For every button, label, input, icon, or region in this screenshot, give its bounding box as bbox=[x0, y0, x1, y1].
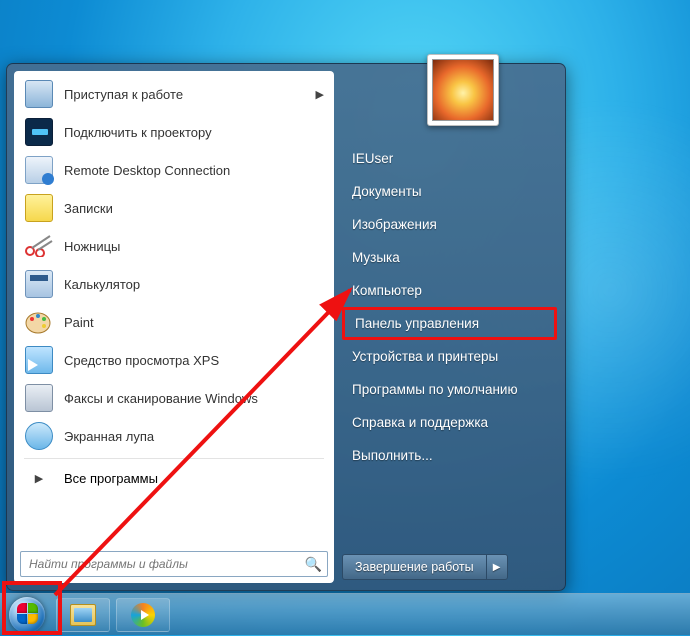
right-item-pictures[interactable]: Изображения bbox=[342, 208, 557, 241]
sticky-notes-icon bbox=[24, 193, 54, 223]
start-menu-left-pane: Приступая к работе ▶ Подключить к проект… bbox=[14, 71, 334, 583]
right-item-label: Музыка bbox=[352, 250, 400, 265]
search-input[interactable] bbox=[20, 551, 328, 577]
right-item-computer[interactable]: Компьютер bbox=[342, 274, 557, 307]
program-label: Paint bbox=[64, 315, 94, 330]
taskbar-media-player[interactable] bbox=[116, 598, 170, 632]
start-menu-right-pane: IEUser Документы Изображения Музыка Комп… bbox=[334, 64, 565, 590]
divider bbox=[24, 458, 324, 459]
calculator-icon bbox=[24, 269, 54, 299]
program-snipping-tool[interactable]: Ножницы bbox=[18, 227, 330, 265]
right-item-label: Изображения bbox=[352, 217, 437, 232]
shutdown-label: Завершение работы bbox=[355, 560, 474, 574]
user-picture bbox=[432, 59, 494, 121]
all-programs[interactable]: ▶ Все программы bbox=[18, 462, 330, 494]
program-label: Экранная лупа bbox=[64, 429, 154, 444]
right-item-music[interactable]: Музыка bbox=[342, 241, 557, 274]
program-label: Записки bbox=[64, 201, 113, 216]
right-item-help-support[interactable]: Справка и поддержка bbox=[342, 406, 557, 439]
fax-scan-icon bbox=[24, 383, 54, 413]
paint-icon bbox=[24, 307, 54, 337]
explorer-icon bbox=[70, 604, 96, 626]
right-item-label: Панель управления bbox=[355, 316, 479, 331]
program-calculator[interactable]: Калькулятор bbox=[18, 265, 330, 303]
right-item-run[interactable]: Выполнить... bbox=[342, 439, 557, 472]
program-label: Средство просмотра XPS bbox=[64, 353, 219, 368]
all-programs-arrow-icon: ▶ bbox=[24, 472, 54, 485]
program-fax-scan[interactable]: Факсы и сканирование Windows bbox=[18, 379, 330, 417]
user-picture-frame[interactable] bbox=[427, 54, 499, 126]
shutdown-button[interactable]: Завершение работы bbox=[342, 554, 486, 580]
right-item-control-panel[interactable]: Панель управления bbox=[342, 307, 557, 340]
right-item-label: Справка и поддержка bbox=[352, 415, 488, 430]
taskbar bbox=[0, 593, 690, 635]
program-label: Факсы и сканирование Windows bbox=[64, 391, 258, 406]
right-item-label: IEUser bbox=[352, 151, 393, 166]
right-item-label: Устройства и принтеры bbox=[352, 349, 498, 364]
program-label: Калькулятор bbox=[64, 277, 140, 292]
program-remote-desktop[interactable]: Remote Desktop Connection bbox=[18, 151, 330, 189]
program-label: Приступая к работе bbox=[64, 87, 183, 102]
windows-logo-icon bbox=[9, 597, 45, 633]
taskbar-explorer[interactable] bbox=[56, 598, 110, 632]
program-label: Ножницы bbox=[64, 239, 120, 254]
right-item-label: Документы bbox=[352, 184, 422, 199]
projector-icon bbox=[24, 117, 54, 147]
right-item-default-programs[interactable]: Программы по умолчанию bbox=[342, 373, 557, 406]
right-item-documents[interactable]: Документы bbox=[342, 175, 557, 208]
program-xps-viewer[interactable]: Средство просмотра XPS bbox=[18, 341, 330, 379]
program-getting-started[interactable]: Приступая к работе ▶ bbox=[18, 75, 330, 113]
program-magnifier[interactable]: Экранная лупа bbox=[18, 417, 330, 455]
program-label: Подключить к проектору bbox=[64, 125, 212, 140]
start-button[interactable] bbox=[4, 594, 50, 636]
submenu-arrow-icon: ▶ bbox=[316, 88, 324, 101]
program-paint[interactable]: Paint bbox=[18, 303, 330, 341]
getting-started-icon bbox=[24, 79, 54, 109]
magnifier-icon bbox=[24, 421, 54, 451]
program-sticky-notes[interactable]: Записки bbox=[18, 189, 330, 227]
right-item-label: Выполнить... bbox=[352, 448, 433, 463]
xps-viewer-icon bbox=[24, 345, 54, 375]
program-connect-projector[interactable]: Подключить к проектору bbox=[18, 113, 330, 151]
right-item-user[interactable]: IEUser bbox=[342, 142, 557, 175]
scissors-icon bbox=[24, 231, 54, 261]
all-programs-label: Все программы bbox=[64, 471, 158, 486]
right-item-label: Компьютер bbox=[352, 283, 422, 298]
start-menu: Приступая к работе ▶ Подключить к проект… bbox=[6, 63, 566, 591]
media-player-icon bbox=[131, 603, 155, 627]
program-label: Remote Desktop Connection bbox=[64, 163, 230, 178]
right-item-devices-printers[interactable]: Устройства и принтеры bbox=[342, 340, 557, 373]
search-icon: 🔍 bbox=[305, 556, 322, 573]
shutdown-options-arrow[interactable]: ▶ bbox=[486, 554, 508, 580]
remote-desktop-icon bbox=[24, 155, 54, 185]
right-item-label: Программы по умолчанию bbox=[352, 382, 518, 397]
